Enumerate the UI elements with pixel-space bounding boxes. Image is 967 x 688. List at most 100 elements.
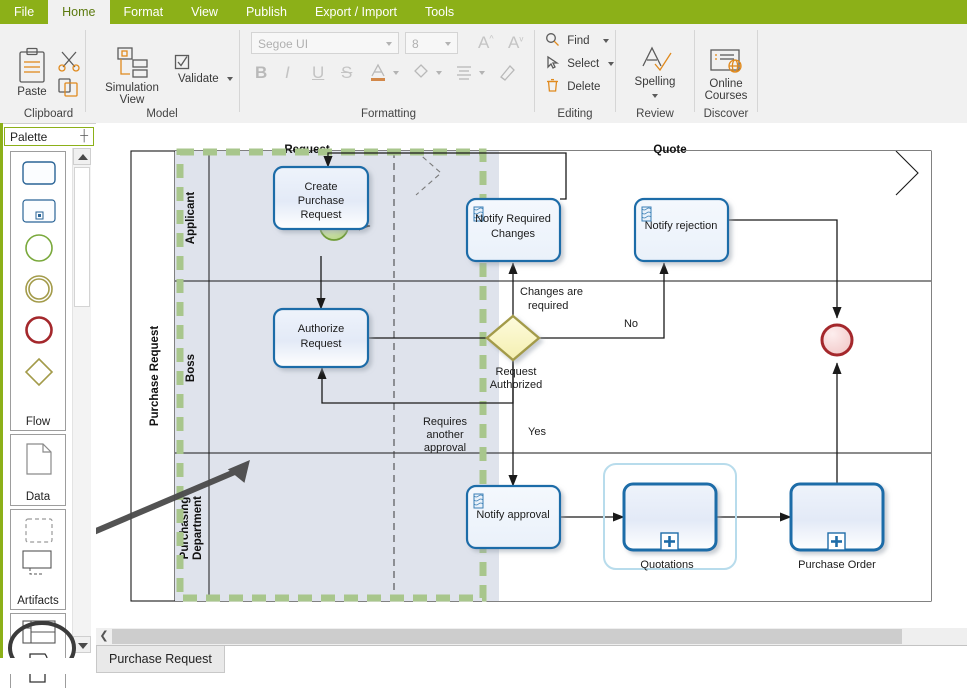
- validate-dropdown-caret[interactable]: [226, 77, 233, 81]
- ribbon-tab-export-import[interactable]: Export / Import: [301, 0, 411, 24]
- simulation-view-label-1: Simulation: [105, 82, 159, 94]
- annotation-shape[interactable]: [22, 550, 56, 581]
- spelling-button[interactable]: Spelling: [628, 44, 682, 100]
- fill-color-button[interactable]: [412, 62, 430, 85]
- discover-group-label: Discover: [703, 108, 749, 120]
- grow-font-button[interactable]: A^: [478, 34, 494, 51]
- shrink-font-button[interactable]: Av: [508, 34, 523, 51]
- select-button[interactable]: Select: [545, 55, 615, 73]
- svg-text:Create: Create: [304, 181, 337, 193]
- data-object-shape[interactable]: [26, 443, 52, 478]
- bottom-left-filler: [0, 658, 96, 674]
- paste-label: Paste: [17, 86, 47, 98]
- chevron-down-icon[interactable]: [386, 42, 392, 46]
- fill-color-dropdown-caret[interactable]: [436, 71, 442, 75]
- pool-shape[interactable]: [22, 620, 56, 647]
- document-tab-purchase-request[interactable]: Purchase Request: [96, 646, 225, 673]
- send-task-icon: [641, 206, 652, 222]
- send-task-icon: [473, 493, 484, 509]
- trash-icon: [545, 78, 560, 96]
- palette-scrollbar[interactable]: [72, 148, 91, 653]
- palette-scroll-down-button[interactable]: [73, 636, 91, 653]
- find-label: Find: [567, 35, 590, 47]
- underline-button[interactable]: U: [312, 64, 324, 81]
- subprocess-shape[interactable]: [22, 199, 56, 226]
- italic-label: I: [285, 63, 290, 82]
- group-shape[interactable]: [25, 518, 53, 546]
- italic-button[interactable]: I: [285, 64, 290, 81]
- palette-scroll-thumb[interactable]: [74, 167, 90, 307]
- font-family-value: Segoe UI: [258, 37, 309, 51]
- simulation-view-button[interactable]: Simulation View: [96, 46, 168, 106]
- spelling-icon: [642, 46, 672, 72]
- delete-label: Delete: [567, 81, 601, 93]
- find-button[interactable]: Find: [545, 32, 609, 50]
- ribbon-group-formatting: Segoe UI 8 A^ Av B I U S Formatting: [240, 24, 537, 123]
- palette-title: Palette: [10, 130, 48, 144]
- clipboard-group-label: Clipboard: [23, 108, 74, 120]
- palette-section-data-label: Data: [25, 491, 51, 503]
- format-painter-icon: [500, 65, 515, 81]
- strikethrough-label: S: [341, 63, 353, 82]
- format-painter-button[interactable]: [498, 62, 518, 85]
- find-dropdown-caret[interactable]: [602, 39, 609, 43]
- validate-button[interactable]: Validate: [174, 54, 238, 85]
- delete-button[interactable]: Delete: [545, 78, 600, 96]
- select-dropdown-caret[interactable]: [608, 62, 615, 66]
- phase-label-quote: Quote: [653, 144, 686, 156]
- intermediate-event-shape[interactable]: [24, 274, 54, 307]
- online-courses-button[interactable]: Online Courses: [700, 46, 752, 102]
- flow-label-no: No: [624, 318, 638, 330]
- font-family-combo[interactable]: Segoe UI: [251, 32, 399, 54]
- font-color-dropdown-caret[interactable]: [393, 71, 399, 75]
- svg-text:Request: Request: [301, 338, 342, 350]
- palette-scroll-up-button[interactable]: [73, 148, 91, 165]
- diagram-canvas[interactable]: Purchase Request Applicant Boss Purchasi…: [96, 123, 967, 628]
- font-color-button[interactable]: [369, 62, 387, 85]
- document-tab-label: Purchase Request: [109, 652, 212, 666]
- shrink-font-label: A: [508, 33, 520, 52]
- ribbon-body: Paste Clipboard Simulation View Validate…: [0, 24, 967, 124]
- node-purchase-order: [789, 482, 885, 552]
- align-button[interactable]: [455, 62, 473, 85]
- horizontal-scroll-thumb[interactable]: [112, 629, 902, 644]
- lane-label-applicant: Applicant: [185, 192, 197, 245]
- svg-text:Request: Request: [301, 209, 342, 221]
- cut-button[interactable]: [57, 50, 81, 75]
- document-tabstrip: Purchase Request: [96, 645, 967, 675]
- task-shape[interactable]: [22, 161, 56, 188]
- bold-button[interactable]: B: [255, 64, 267, 81]
- pin-icon[interactable]: ┼: [80, 130, 88, 142]
- start-event-shape[interactable]: [24, 233, 54, 266]
- horizontal-scroll-track[interactable]: [112, 629, 967, 644]
- flow-label-changes-required-1: Changes are: [520, 286, 583, 298]
- palette-section-artifacts-label: Artifacts: [17, 595, 59, 607]
- copy-button[interactable]: [57, 76, 81, 101]
- ribbon-group-editing: Find Select Delete Editing: [535, 24, 615, 123]
- ribbon-tab-file[interactable]: File: [0, 0, 48, 24]
- lane-label-purchasing-department: Purchasing Department: [179, 496, 204, 560]
- ribbon-tab-view[interactable]: View: [177, 0, 232, 24]
- ribbon-group-clipboard: Paste Clipboard: [0, 24, 97, 123]
- chevron-left-icon[interactable]: ❮: [96, 628, 112, 645]
- flow-label-yes: Yes: [528, 426, 546, 438]
- align-icon: [457, 66, 471, 80]
- spelling-dropdown-caret[interactable]: [652, 93, 658, 98]
- flow-label-requires-2: another: [426, 429, 464, 441]
- end-event-shape[interactable]: [24, 315, 54, 348]
- ribbon-tab-format[interactable]: Format: [110, 0, 178, 24]
- paste-button[interactable]: Paste: [8, 46, 56, 98]
- chevron-down-icon[interactable]: [445, 42, 451, 46]
- simulation-view-label-2: View: [119, 94, 145, 106]
- svg-text:Notify rejection: Notify rejection: [645, 220, 718, 232]
- bpmn-diagram: Purchase Request Applicant Boss Purchasi…: [96, 144, 932, 602]
- ribbon-tab-tools[interactable]: Tools: [411, 0, 468, 24]
- lane-label-boss: Boss: [185, 354, 197, 382]
- ribbon-tab-publish[interactable]: Publish: [232, 0, 301, 24]
- align-dropdown-caret[interactable]: [479, 71, 485, 75]
- gateway-shape[interactable]: [24, 357, 54, 390]
- strikethrough-button[interactable]: S: [341, 64, 352, 81]
- ribbon-tab-home[interactable]: Home: [48, 0, 110, 24]
- font-size-combo[interactable]: 8: [405, 32, 458, 54]
- horizontal-scrollbar-row: ❮: [96, 628, 967, 645]
